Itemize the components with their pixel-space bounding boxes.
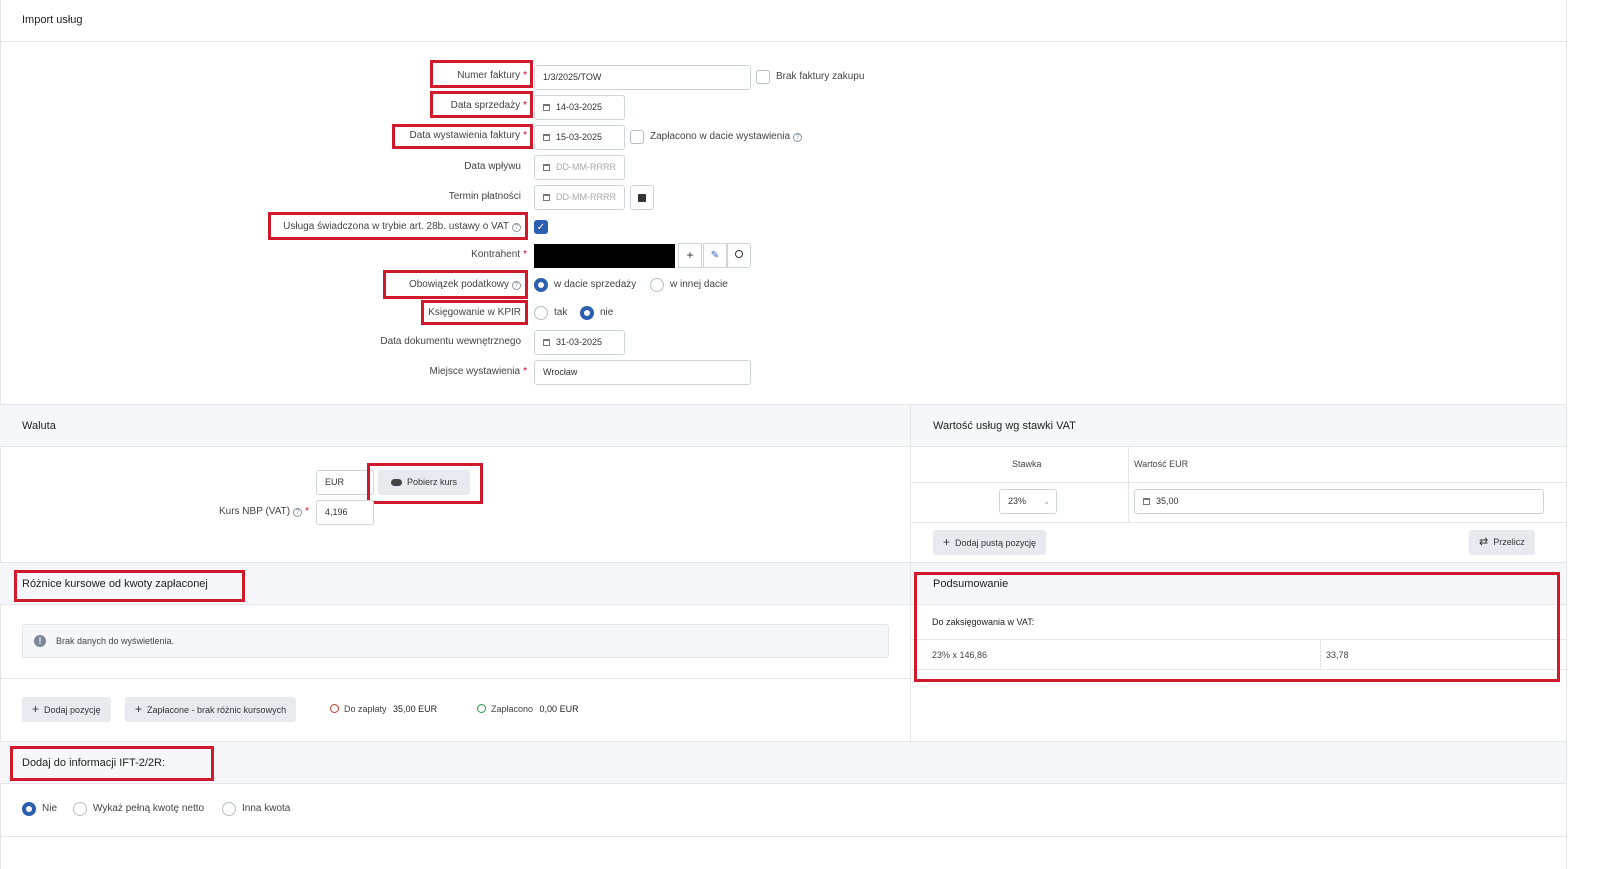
ift-full-net-label: Wykaż pełną kwotę netto [93,803,205,814]
add-position-button[interactable]: + Dodaj pozycję [22,697,111,722]
to-pay-status: Do zapłaty 35,00 EUR [330,704,437,714]
plus-icon: + [686,248,694,262]
currency-select[interactable]: EUR [316,470,374,495]
help-icon[interactable]: ? [512,223,521,232]
vat-rate-select[interactable]: 23% ⌄ [999,489,1057,514]
tax-obligation-sale-date-radio[interactable] [534,278,548,292]
tax-obligation-other-date-radio[interactable] [650,278,664,292]
receipt-date-label: Data wpływu [464,161,521,172]
issue-date-input[interactable]: 15-03-2025 [534,125,625,150]
paid-status: Zapłacono 0,00 EUR [477,704,579,714]
calendar-icon [638,194,646,202]
invoice-number-input[interactable]: 1/3/2025/TOW [534,65,751,90]
issue-place-input[interactable]: Wrocław [534,360,751,385]
payment-term-input[interactable]: DD-MM-RRRR [534,185,625,210]
nbp-rate-input[interactable]: 4,196 [316,500,374,525]
internal-doc-date-label: Data dokumentu wewnętrznego [380,336,521,347]
no-invoice-checkbox[interactable] [756,70,770,84]
check-icon: ✓ [536,222,546,233]
annotation-box [392,124,533,149]
add-contractor-button[interactable]: + [678,243,702,268]
annotation-box [430,91,533,118]
calculator-icon [1143,498,1150,505]
divider [0,678,910,679]
art28b-label: Usługa świadczona w trybie art. 28b. ust… [283,221,521,232]
kpir-label: Księgowanie w KPIR [428,307,521,318]
title-divider [0,41,1566,42]
kpir-yes-label: tak [554,307,568,318]
payment-term-label: Termin płatności [448,191,521,202]
table-col-divider [1128,447,1129,522]
no-invoice-label: Brak faktury zakupu [776,71,865,82]
col-value-header: Wartość EUR [1134,459,1189,469]
plus-icon: + [943,535,951,549]
calendar-icon [543,134,550,141]
help-icon[interactable]: ? [512,281,521,290]
currency-header: Waluta [0,404,910,447]
frame-right [1566,0,1567,869]
nbp-rate-label: Kurs NBP (VAT)? * [218,506,309,517]
ift-other-amount-radio[interactable] [222,802,236,816]
edit-contractor-button[interactable]: ✎ [703,243,727,268]
contractor-label: Kontrahent * [471,249,527,260]
issue-place-label: Miejsce wystawienia * [429,366,528,377]
receipt-date-input[interactable]: DD-MM-RRRR [534,155,625,180]
tax-obligation-sale-date-label: w dacie sprzedaży [554,279,637,290]
kpir-no-label: nie [600,307,614,318]
table-row-divider [911,522,1566,523]
help-icon[interactable]: ? [293,508,303,517]
currency-title: Waluta [22,420,56,432]
calendar-icon [543,194,550,201]
kpir-no-radio[interactable] [580,306,594,320]
calendar-icon [543,104,550,111]
kpir-yes-radio[interactable] [534,306,548,320]
paid-on-issue-checkbox[interactable] [630,130,644,144]
help-icon[interactable]: ? [793,133,803,142]
calendar-icon [543,339,550,346]
annotation-box [14,570,245,602]
art28b-checkbox[interactable]: ✓ [534,220,548,234]
paid-on-issue-label: Zapłacono w dacie wystawienia? [650,131,803,142]
internal-doc-date-input[interactable]: 31-03-2025 [534,330,625,355]
ift-no-label: Nie [42,803,58,814]
calendar-icon [543,164,550,171]
refresh-icon: ⇄ [1479,536,1489,548]
tax-obligation-other-date-label: w innej dacie [670,279,728,290]
annotation-box [10,746,214,781]
plus-icon: + [32,702,40,716]
calendar-picker-button[interactable] [630,185,654,210]
divider [0,836,1566,837]
vat-value-input[interactable]: 35,00 [1134,489,1544,514]
ift-full-net-radio[interactable] [73,802,87,816]
tax-obligation-label: Obowiązek podatkowy? [409,279,521,290]
cloud-download-icon [391,479,402,486]
contractor-input[interactable] [534,244,675,268]
annotation-box [914,572,1560,682]
recalculate-button[interactable]: ⇄ Przelicz [1469,530,1535,555]
fetch-rate-button[interactable]: Pobierz kurs [378,470,471,495]
paid-no-diff-button[interactable]: + Zapłacone - brak różnic kursowych [125,697,297,722]
vat-values-header: Wartość usług wg stawki VAT [911,404,1566,447]
search-contractor-button[interactable] [727,243,751,268]
edit-icon: ✎ [710,250,720,261]
info-icon: ! [34,635,46,647]
search-icon [735,250,743,258]
ift-no-radio[interactable] [22,802,36,816]
annotation-box [430,60,533,88]
empty-info-box: ! Brak danych do wyświetlenia. [22,624,889,658]
add-empty-position-button[interactable]: + Dodaj pustą pozycję [933,530,1047,555]
vat-values-title: Wartość usług wg stawki VAT [933,420,1076,432]
chevron-down-icon: ⌄ [1043,497,1050,506]
plus-icon: + [135,702,143,716]
ift-other-amount-label: Inna kwota [242,803,291,814]
table-row-divider [911,482,1566,483]
page-title: Import usług [22,14,83,26]
ift-header: Dodaj do informacji IFT-2/2R: [0,741,1566,784]
status-dot-icon [477,704,486,713]
col-rate-header: Stawka [1012,459,1042,469]
status-dot-icon [330,704,339,713]
empty-message: Brak danych do wyświetlenia. [56,636,175,646]
sale-date-input[interactable]: 14-03-2025 [534,95,625,120]
